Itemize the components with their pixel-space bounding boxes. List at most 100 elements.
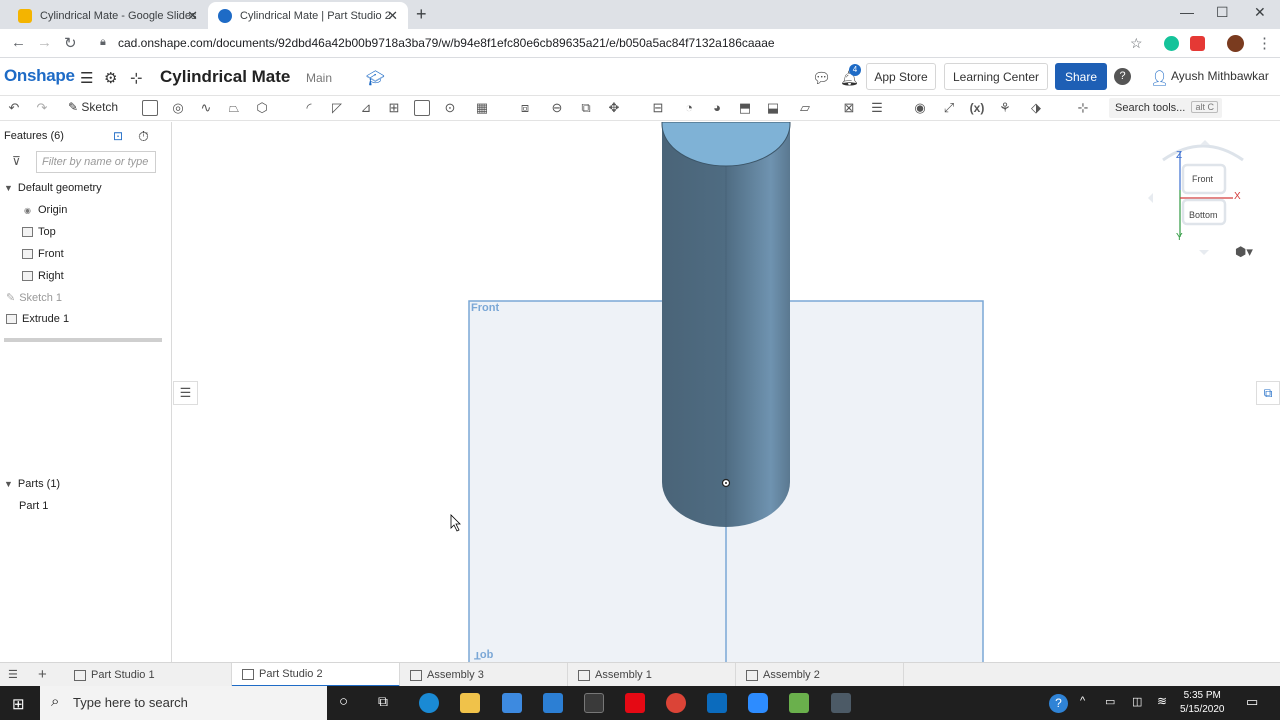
tab-part-studio-1[interactable]: Part Studio 1: [64, 663, 232, 687]
bookmark-star-icon[interactable]: ☆: [1130, 35, 1143, 52]
revolve-icon[interactable]: ◎: [170, 100, 186, 116]
add-element-icon[interactable]: +: [38, 666, 47, 683]
graduation-cap-icon[interactable]: 🎓︎: [366, 69, 385, 87]
appearance-panel-icon[interactable]: ⧉: [1256, 381, 1280, 405]
panel-resize-handle[interactable]: [4, 338, 162, 342]
windows-start-icon[interactable]: ⊞: [12, 695, 25, 713]
search-tools-input[interactable]: Search tools... alt C: [1109, 98, 1222, 118]
feature-origin[interactable]: ◉ Origin: [24, 204, 67, 216]
onshape-logo[interactable]: Onshape: [4, 66, 75, 86]
feature-front-plane[interactable]: Front: [22, 248, 64, 260]
tab-part-studio-2[interactable]: Part Studio 2: [232, 663, 400, 687]
add-custom-feature-icon[interactable]: ⊹: [1075, 100, 1091, 116]
maximize-icon[interactable]: ☐: [1216, 4, 1229, 21]
delete-part-icon[interactable]: ⊟: [650, 100, 666, 116]
app-icon[interactable]: [789, 693, 809, 713]
thicken-icon[interactable]: ⬡: [254, 100, 270, 116]
store-icon[interactable]: [584, 693, 604, 713]
feature-extrude[interactable]: Extrude 1: [6, 313, 69, 325]
mate-connector-icon[interactable]: ⊠: [841, 100, 857, 116]
add-folder-icon[interactable]: ⊡: [113, 129, 123, 143]
close-tab-icon[interactable]: ✕: [387, 8, 398, 24]
document-settings-icon[interactable]: ⚙: [104, 69, 117, 87]
dropbox-icon[interactable]: [502, 693, 522, 713]
rollback-timer-icon[interactable]: ⏱: [138, 128, 149, 145]
feature-top-plane[interactable]: Top: [22, 226, 56, 238]
help-tray-icon[interactable]: ?: [1049, 694, 1068, 713]
view-cube-bottom[interactable]: Bottom: [1189, 210, 1218, 220]
shell-icon[interactable]: [414, 100, 430, 116]
chamfer-icon[interactable]: ◸: [329, 100, 345, 116]
default-geometry-group[interactable]: ▼ Default geometry: [4, 182, 102, 194]
sweep-icon[interactable]: ∿: [198, 100, 214, 116]
mail-icon[interactable]: [543, 693, 563, 713]
menu-icon[interactable]: ☰: [80, 69, 93, 87]
zoom-icon[interactable]: [748, 693, 768, 713]
notification-center-icon[interactable]: ▭: [1246, 694, 1258, 710]
wifi-icon[interactable]: ≋: [1157, 694, 1167, 708]
helix-icon[interactable]: ◉: [912, 100, 928, 116]
split-icon[interactable]: ⧉: [578, 100, 594, 116]
redo-icon[interactable]: ↷: [34, 100, 50, 116]
cortana-icon[interactable]: ○: [339, 693, 348, 710]
model-canvas[interactable]: [173, 122, 1280, 662]
tab-assembly-3[interactable]: Assembly 3: [400, 663, 568, 687]
network-icon[interactable]: ◫: [1132, 695, 1142, 708]
undo-icon[interactable]: ↶: [6, 100, 22, 116]
custom-features-icon[interactable]: ⚘: [997, 100, 1013, 116]
extension-icon[interactable]: [1190, 36, 1205, 51]
battery-icon[interactable]: ▭: [1105, 695, 1115, 708]
tray-chevron-icon[interactable]: ^: [1080, 695, 1085, 707]
draft-icon[interactable]: ⊿: [358, 100, 374, 116]
document-title[interactable]: Cylindrical Mate: [160, 67, 290, 87]
feature-list-toggle-icon[interactable]: ☰: [173, 381, 198, 405]
learning-center-button[interactable]: Learning Center: [944, 63, 1048, 90]
reload-icon[interactable]: ↻: [64, 34, 77, 52]
replace-face-icon[interactable]: ⬒: [737, 100, 753, 116]
loft-icon[interactable]: ⏢: [226, 100, 242, 116]
view-options-icon[interactable]: ⬢▾: [1235, 244, 1253, 260]
feature-right-plane[interactable]: Right: [22, 270, 64, 282]
tab-assembly-2[interactable]: Assembly 2: [736, 663, 904, 687]
taskbar-clock[interactable]: 5:35 PM 5/15/2020: [1180, 689, 1225, 717]
feature-sketch[interactable]: ✎ Sketch 1: [6, 291, 62, 305]
browser-tab-onshape[interactable]: Cylindrical Mate | Part Studio 2 ✕: [208, 2, 408, 29]
close-tab-icon[interactable]: ✕: [187, 8, 198, 24]
task-view-icon[interactable]: ⧉: [378, 693, 388, 710]
tab-assembly-1[interactable]: Assembly 1: [568, 663, 736, 687]
user-name[interactable]: Ayush Mithbawkar: [1171, 69, 1269, 83]
app-store-button[interactable]: App Store: [866, 63, 936, 90]
parts-group[interactable]: ▼ Parts (1): [4, 478, 60, 490]
variable-icon[interactable]: (x): [969, 100, 985, 116]
boolean-icon[interactable]: ⊖: [549, 100, 565, 116]
url-field[interactable]: cad.onshape.com/documents/92dbd46a42b00b…: [118, 36, 775, 50]
user-icon[interactable]: 👤︎: [1150, 69, 1169, 87]
hole-icon[interactable]: ⊙: [442, 100, 458, 116]
versions-icon[interactable]: ⊹: [130, 69, 143, 87]
move-face-icon[interactable]: ◕: [709, 100, 725, 116]
graphics-viewport[interactable]: Front Top ☰ ⧉ Front Bottom Z X Y ⬢▾: [173, 122, 1280, 662]
back-icon[interactable]: ←: [11, 34, 26, 51]
share-button[interactable]: Share: [1055, 63, 1107, 90]
plane-icon[interactable]: ▱: [797, 100, 813, 116]
help-icon[interactable]: ?: [1114, 68, 1131, 85]
netflix-icon[interactable]: [625, 693, 645, 713]
minimize-icon[interactable]: —: [1180, 4, 1194, 20]
tab-list-icon[interactable]: ☰: [8, 668, 18, 681]
forward-icon[interactable]: →: [37, 34, 52, 51]
modify-fillet-icon[interactable]: ◔: [681, 100, 697, 116]
offset-surface-icon[interactable]: ⬓: [765, 100, 781, 116]
file-explorer-icon[interactable]: [460, 693, 480, 713]
workspace-label[interactable]: Main: [306, 71, 332, 85]
extrude-icon[interactable]: [142, 100, 158, 116]
grammarly-icon[interactable]: [1164, 36, 1179, 51]
section-view-icon[interactable]: ⬗: [1028, 100, 1044, 116]
avatar[interactable]: [1227, 35, 1244, 52]
browser-tab-slides[interactable]: Cylindrical Mate - Google Slides ✕: [8, 2, 208, 29]
transform-icon[interactable]: ✥: [606, 100, 622, 116]
edge-icon[interactable]: [419, 693, 439, 713]
sheet-metal-icon[interactable]: ☰: [869, 100, 885, 116]
fillet-icon[interactable]: ◜: [301, 100, 317, 116]
comments-icon[interactable]: 💬︎: [812, 69, 831, 87]
filter-input[interactable]: Filter by name or type: [36, 151, 156, 173]
